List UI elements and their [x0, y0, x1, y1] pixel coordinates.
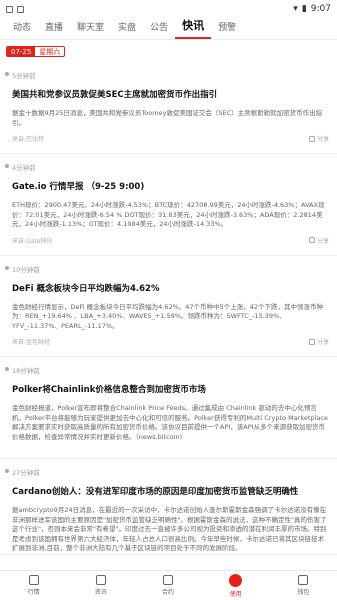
news-body: 金色财经行情显示，DeFi 概念板块今日平均跌幅为4.62%。47个币种中5个上…: [12, 302, 323, 330]
nav-label: 合约: [162, 589, 175, 596]
status-time: 9:07: [310, 4, 331, 14]
news-title[interactable]: Polker将Chainlink价格信息整合到加密货币市场: [12, 384, 329, 396]
news-title[interactable]: Cardano创始人：没有进军印度市场的原因是印度加密货币监管缺乏明确性: [12, 486, 329, 498]
timeline-dot: [5, 469, 9, 473]
news-item[interactable]: 10分钟前 DeFi 概念板块今日平均跌幅为4.62% 金色财经行情显示，DeF…: [0, 256, 337, 357]
battery-icon: ▮: [301, 4, 307, 14]
news-body: 据ambcrypto9月24日消息，在最近的一次采访中，卡尔达诺创始人查尔斯霍斯…: [12, 506, 327, 552]
news-body: ETH现价：2900.47美元，24小时涨跌-4.53%；BTC现价：42708…: [12, 201, 325, 228]
tab-yujing[interactable]: 预警: [211, 20, 243, 39]
status-right: ▾ ▮ 9:07: [293, 4, 331, 14]
news-meta: [12, 448, 329, 458]
news-time: 18分钟前: [12, 367, 40, 375]
news-title[interactable]: 美国共和党参议员敦促美SEC主席就加密货币作出指引: [12, 89, 329, 101]
news-time: 5分钟前: [12, 72, 36, 80]
share-label: 分享: [316, 339, 329, 346]
nav-heyue[interactable]: 合约: [162, 575, 174, 596]
share-label: 分享: [316, 237, 329, 245]
tab-kuaixun[interactable]: 快讯: [175, 17, 212, 39]
date-time: 07-25: [7, 46, 36, 56]
news-item[interactable]: 18分钟前 Polker将Chainlink价格信息整合到加密货币市场 金色财经…: [0, 357, 337, 459]
news-icon: [95, 575, 106, 585]
top-tabs: 动态 直播 聊天室 实盘 公告 快讯 预警: [0, 18, 337, 40]
wifi-icon: ▾: [293, 4, 298, 14]
share-button[interactable]: 分享: [308, 134, 329, 143]
nav-label: 钱包: [297, 589, 310, 596]
news-item[interactable]: 27分钟前 Cardano创始人：没有进军印度市场的原因是印度加密货币监管缺乏明…: [0, 459, 337, 555]
date-weekday: 星期六: [39, 47, 61, 56]
status-bar: ▾ ▮ 9:07: [0, 0, 337, 18]
news-meta: 来自:巴比特 分享: [12, 134, 329, 153]
nav-hangqing[interactable]: 行情: [28, 575, 40, 596]
news-source: 来自:金色财经: [12, 339, 51, 346]
share-icon: [308, 338, 315, 345]
news-feed[interactable]: 5分钟前 美国共和党参议员敦促美SEC主席就加密货币作出指引 据金十数据9月25…: [0, 62, 337, 570]
news-item[interactable]: 4分钟前 Gate.io 行情早报 （9-25 9:00) ETH现价：2900…: [0, 154, 337, 256]
tab-shipan[interactable]: 实盘: [111, 20, 143, 39]
notification-icon: [17, 5, 24, 13]
news-source: 来自:巴比特: [12, 136, 45, 143]
tab-chatroom[interactable]: 聊天室: [70, 20, 111, 39]
notification-icon: [6, 5, 13, 13]
timeline-dot: [5, 367, 9, 371]
share-icon: [308, 237, 315, 243]
bottom-nav: 行情 资讯 合约 使用 钱包: [0, 570, 337, 600]
wallet-icon: [298, 575, 309, 585]
nav-label: 行情: [27, 589, 40, 596]
nav-shiyong[interactable]: 使用: [229, 573, 243, 598]
news-source: 来自:Gate快讯: [12, 237, 53, 245]
status-left: [6, 5, 24, 13]
share-icon: [308, 135, 315, 142]
news-time: 10分钟前: [12, 265, 40, 274]
news-body: 据金十数据9月25日消息，美国共和党参议员Toomey敦促美国证交会（SEC）主…: [12, 109, 323, 127]
nav-zixun[interactable]: 资讯: [95, 575, 107, 596]
chart-icon: [28, 575, 39, 585]
tab-dongtai[interactable]: 动态: [6, 20, 38, 39]
news-title[interactable]: DeFi 概念板块今日平均跌幅为4.62%: [12, 283, 329, 295]
date-bar: 07-25 星期六: [0, 40, 337, 62]
nav-qianbao[interactable]: 钱包: [297, 575, 309, 596]
tab-gonggao[interactable]: 公告: [143, 20, 175, 39]
news-meta: 来自:金色财经 分享: [12, 337, 329, 356]
nav-label: 资讯: [94, 589, 107, 596]
active-tab-icon: [229, 573, 243, 587]
news-time: 27分钟前: [12, 469, 40, 477]
news-body: 金色财经报道，Polker宣布即将整合Chainlink Price Feeds…: [12, 404, 328, 441]
timeline-dot: [5, 265, 9, 270]
share-button[interactable]: 分享: [308, 337, 329, 346]
news-item[interactable]: 5分钟前 美国共和党参议员敦促美SEC主席就加密货币作出指引 据金十数据9月25…: [0, 62, 337, 154]
timeline-dot: [5, 72, 9, 76]
share-label: 分享: [316, 136, 329, 143]
news-meta: 来自:Gate快讯 分享: [12, 236, 329, 255]
news-time: 4分钟前: [12, 164, 36, 172]
share-button[interactable]: 分享: [308, 236, 329, 245]
news-title[interactable]: Gate.io 行情早报 （9-25 9:00): [12, 181, 329, 193]
nav-label: 使用: [229, 590, 242, 598]
date-pill: 07-25 星期六: [6, 45, 66, 57]
timeline-dot: [5, 164, 9, 168]
contract-icon: [163, 575, 173, 585]
tab-zhibo[interactable]: 直播: [38, 20, 70, 39]
